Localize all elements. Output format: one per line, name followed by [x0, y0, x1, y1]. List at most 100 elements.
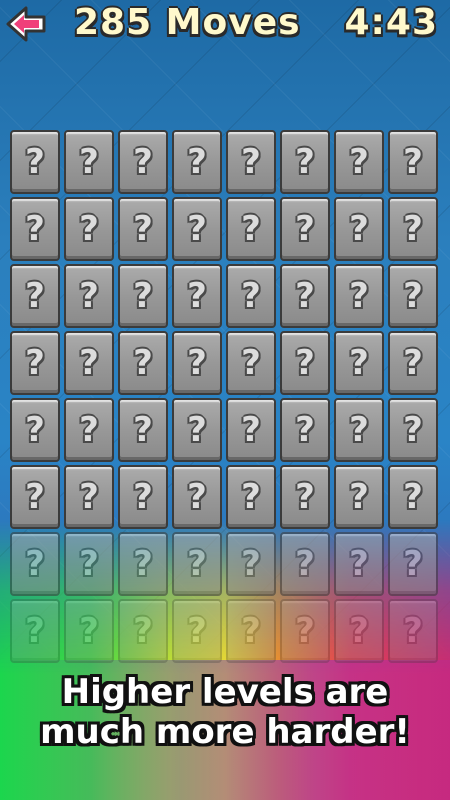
memory-card[interactable]: ?: [280, 599, 330, 663]
memory-card[interactable]: ?: [388, 532, 438, 596]
memory-card[interactable]: ?: [118, 197, 168, 261]
memory-card[interactable]: ?: [172, 331, 222, 395]
question-mark-icon: ?: [403, 544, 423, 584]
memory-card[interactable]: ?: [334, 331, 384, 395]
left-arrow-icon: [6, 6, 46, 42]
memory-card[interactable]: ?: [118, 264, 168, 328]
question-mark-icon: ?: [403, 209, 423, 249]
memory-card[interactable]: ?: [64, 398, 114, 462]
question-mark-icon: ?: [133, 410, 153, 450]
question-mark-icon: ?: [187, 276, 207, 316]
memory-card[interactable]: ?: [280, 331, 330, 395]
memory-card[interactable]: ?: [388, 130, 438, 194]
memory-card[interactable]: ?: [118, 465, 168, 529]
memory-card[interactable]: ?: [388, 197, 438, 261]
memory-card[interactable]: ?: [226, 532, 276, 596]
memory-card[interactable]: ?: [64, 130, 114, 194]
memory-card[interactable]: ?: [10, 130, 60, 194]
question-mark-icon: ?: [25, 410, 45, 450]
memory-card[interactable]: ?: [226, 331, 276, 395]
memory-card[interactable]: ?: [172, 130, 222, 194]
memory-card[interactable]: ?: [226, 264, 276, 328]
memory-card[interactable]: ?: [10, 465, 60, 529]
memory-card[interactable]: ?: [172, 264, 222, 328]
memory-card[interactable]: ?: [280, 465, 330, 529]
memory-card[interactable]: ?: [64, 197, 114, 261]
question-mark-icon: ?: [25, 276, 45, 316]
question-mark-icon: ?: [349, 410, 369, 450]
memory-card[interactable]: ?: [334, 264, 384, 328]
memory-card[interactable]: ?: [10, 599, 60, 663]
question-mark-icon: ?: [295, 410, 315, 450]
memory-card[interactable]: ?: [64, 532, 114, 596]
memory-card[interactable]: ?: [10, 264, 60, 328]
countdown-timer: 4:43: [344, 2, 438, 43]
memory-card[interactable]: ?: [226, 599, 276, 663]
memory-card[interactable]: ?: [172, 532, 222, 596]
question-mark-icon: ?: [295, 142, 315, 182]
memory-card[interactable]: ?: [334, 599, 384, 663]
memory-card[interactable]: ?: [172, 398, 222, 462]
question-mark-icon: ?: [187, 209, 207, 249]
question-mark-icon: ?: [25, 209, 45, 249]
memory-card[interactable]: ?: [64, 599, 114, 663]
memory-card[interactable]: ?: [226, 398, 276, 462]
memory-card[interactable]: ?: [10, 532, 60, 596]
memory-card[interactable]: ?: [226, 130, 276, 194]
question-mark-icon: ?: [79, 343, 99, 383]
memory-card[interactable]: ?: [118, 599, 168, 663]
memory-card[interactable]: ?: [388, 264, 438, 328]
memory-card[interactable]: ?: [334, 130, 384, 194]
question-mark-icon: ?: [241, 611, 261, 651]
memory-card[interactable]: ?: [280, 197, 330, 261]
memory-card[interactable]: ?: [334, 532, 384, 596]
question-mark-icon: ?: [403, 276, 423, 316]
memory-card[interactable]: ?: [118, 398, 168, 462]
question-mark-icon: ?: [349, 142, 369, 182]
memory-card[interactable]: ?: [334, 398, 384, 462]
question-mark-icon: ?: [241, 410, 261, 450]
question-mark-icon: ?: [133, 209, 153, 249]
question-mark-icon: ?: [79, 611, 99, 651]
memory-card[interactable]: ?: [280, 264, 330, 328]
memory-card[interactable]: ?: [10, 398, 60, 462]
memory-card[interactable]: ?: [334, 465, 384, 529]
question-mark-icon: ?: [295, 209, 315, 249]
question-mark-icon: ?: [25, 343, 45, 383]
back-button[interactable]: [4, 4, 48, 44]
memory-card[interactable]: ?: [388, 465, 438, 529]
memory-card[interactable]: ?: [118, 331, 168, 395]
memory-card[interactable]: ?: [118, 130, 168, 194]
memory-card[interactable]: ?: [280, 130, 330, 194]
question-mark-icon: ?: [241, 343, 261, 383]
question-mark-icon: ?: [295, 611, 315, 651]
memory-card[interactable]: ?: [10, 331, 60, 395]
memory-card[interactable]: ?: [10, 197, 60, 261]
question-mark-icon: ?: [133, 343, 153, 383]
memory-card[interactable]: ?: [226, 465, 276, 529]
memory-card[interactable]: ?: [64, 264, 114, 328]
memory-card[interactable]: ?: [280, 398, 330, 462]
question-mark-icon: ?: [241, 477, 261, 517]
memory-card[interactable]: ?: [226, 197, 276, 261]
memory-card[interactable]: ?: [334, 197, 384, 261]
memory-card[interactable]: ?: [172, 465, 222, 529]
question-mark-icon: ?: [295, 343, 315, 383]
question-mark-icon: ?: [133, 142, 153, 182]
question-mark-icon: ?: [349, 276, 369, 316]
memory-card[interactable]: ?: [64, 465, 114, 529]
memory-card[interactable]: ?: [280, 532, 330, 596]
memory-card[interactable]: ?: [388, 331, 438, 395]
question-mark-icon: ?: [133, 477, 153, 517]
memory-card[interactable]: ?: [388, 599, 438, 663]
memory-card[interactable]: ?: [172, 197, 222, 261]
memory-card[interactable]: ?: [172, 599, 222, 663]
question-mark-icon: ?: [349, 477, 369, 517]
question-mark-icon: ?: [295, 276, 315, 316]
memory-card[interactable]: ?: [388, 398, 438, 462]
question-mark-icon: ?: [295, 544, 315, 584]
memory-card[interactable]: ?: [64, 331, 114, 395]
memory-card[interactable]: ?: [118, 532, 168, 596]
question-mark-icon: ?: [25, 544, 45, 584]
question-mark-icon: ?: [349, 343, 369, 383]
